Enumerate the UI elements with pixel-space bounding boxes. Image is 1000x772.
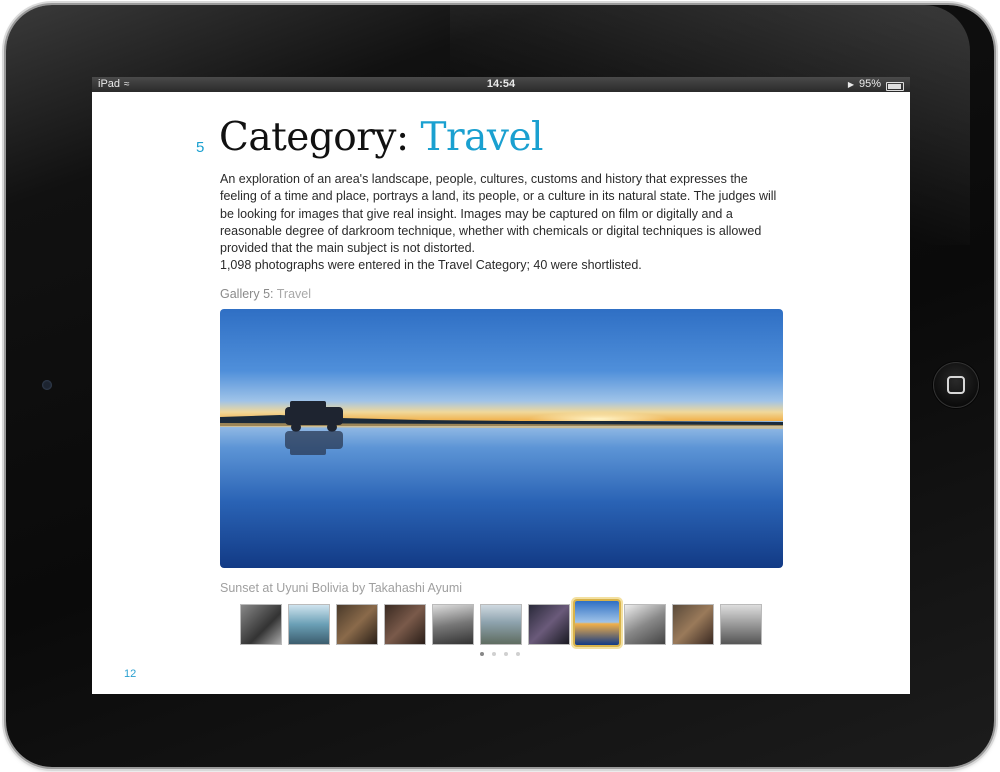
battery-percent: 95% — [858, 78, 881, 90]
status-bar: iPad ≈ 14:54 ▶ 95% — [92, 77, 910, 92]
main-photo[interactable] — [220, 309, 783, 568]
thumbnail-strip — [241, 601, 761, 647]
status-time: 14:54 — [486, 78, 516, 90]
page-number: 12 — [124, 668, 137, 680]
home-button[interactable] — [933, 362, 979, 408]
ipad-screen: iPad ≈ 14:54 ▶ 95% 5 Category: Travel An … — [92, 77, 910, 694]
page-dot[interactable] — [492, 652, 496, 656]
thumbnail[interactable] — [385, 605, 425, 644]
thumbnail[interactable] — [289, 605, 329, 644]
battery-fill — [888, 83, 901, 89]
play-icon: ▶ — [847, 80, 854, 89]
home-square-icon — [947, 376, 965, 394]
thumbnail[interactable] — [481, 605, 521, 644]
gallery-page-indicator[interactable] — [480, 652, 520, 656]
thumbnail[interactable] — [241, 605, 281, 644]
thumbnail[interactable] — [433, 605, 473, 644]
title-prefix: Category: — [219, 115, 409, 160]
sunset-photo-image — [220, 309, 783, 568]
thumbnail[interactable] — [625, 605, 665, 644]
chapter-number: 5 — [196, 139, 205, 156]
thumbnail-selected[interactable] — [575, 601, 619, 645]
thumbnail[interactable] — [529, 605, 569, 644]
thumbnail[interactable] — [673, 605, 713, 644]
page-dot[interactable] — [480, 652, 484, 656]
page-dot[interactable] — [504, 652, 508, 656]
gallery-title: Gallery 5: Travel — [220, 287, 311, 301]
page-title: Category: Travel — [219, 115, 544, 160]
page-dot[interactable] — [516, 652, 520, 656]
description-paragraph: An exploration of an area's landscape, p… — [220, 172, 777, 256]
entries-summary: 1,098 photographs were entered in the Tr… — [220, 258, 642, 273]
gallery-name: Travel — [276, 287, 312, 301]
category-description: An exploration of an area's landscape, p… — [220, 171, 782, 275]
front-camera — [42, 380, 52, 390]
status-right: ▶ 95% — [848, 77, 904, 92]
title-category: Travel — [420, 115, 544, 160]
gallery-label: Gallery 5: — [220, 287, 274, 301]
photo-caption: Sunset at Uyuni Bolivia by Takahashi Ayu… — [220, 581, 463, 595]
battery-icon — [886, 81, 904, 91]
thumbnail[interactable] — [721, 605, 761, 644]
thumbnail[interactable] — [337, 605, 377, 644]
